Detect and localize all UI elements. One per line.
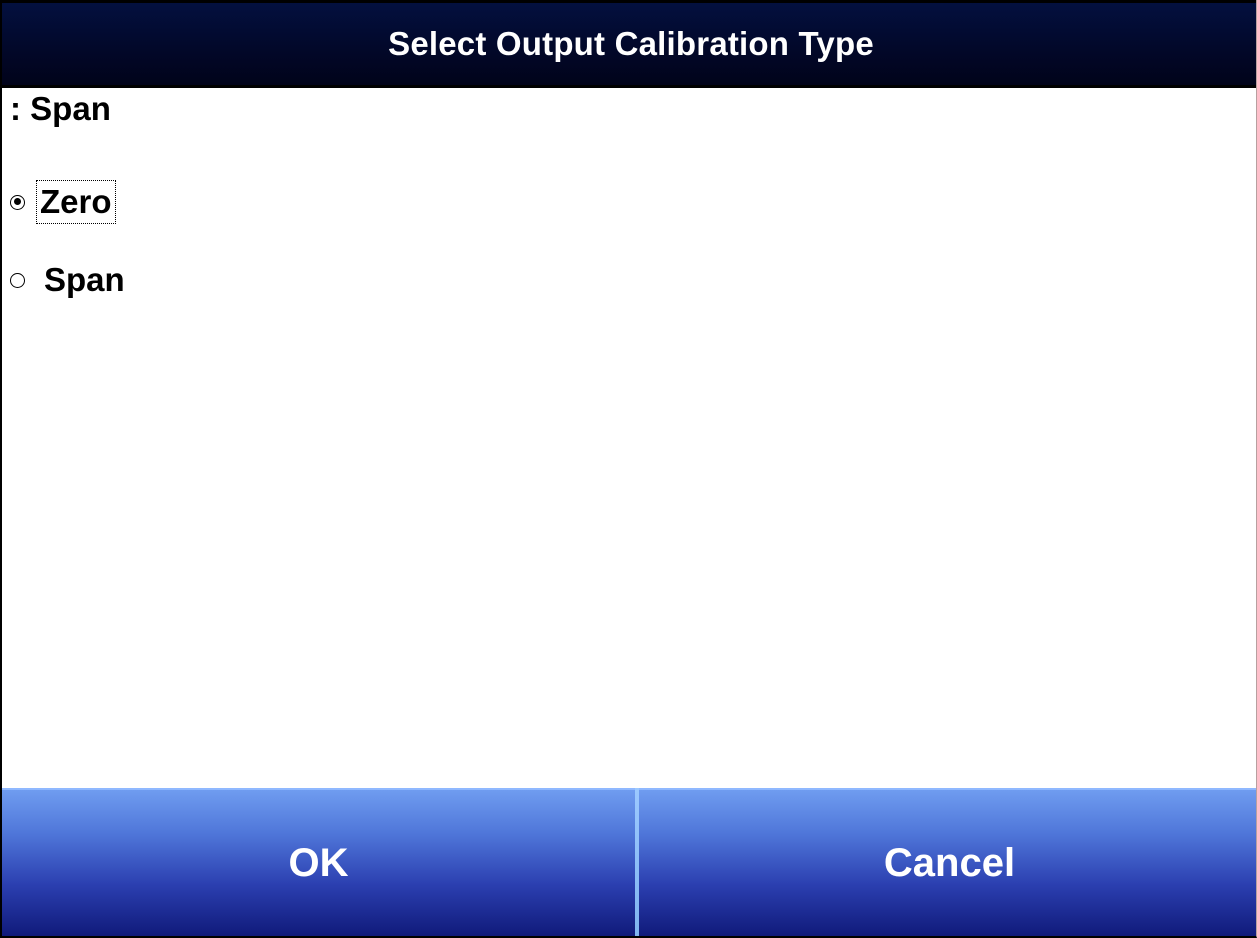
radio-label-span: Span xyxy=(44,261,125,298)
ok-button-label: OK xyxy=(288,840,349,885)
radio-option-span[interactable]: Span xyxy=(10,258,127,302)
current-selection-value: Span xyxy=(30,90,111,127)
calibration-dialog: Select Output Calibration Type : Span Ze… xyxy=(0,0,1257,938)
radio-checked-icon[interactable] xyxy=(10,194,25,210)
current-selection: : Span xyxy=(10,88,111,130)
current-selection-prefix: : xyxy=(10,90,21,127)
cancel-button-label: Cancel xyxy=(883,840,1016,885)
ok-button[interactable]: OK xyxy=(2,788,635,936)
cancel-button[interactable]: Cancel xyxy=(639,788,1256,936)
radio-option-zero[interactable]: Zero xyxy=(10,180,116,224)
dialog-title: Select Output Calibration Type xyxy=(388,25,874,62)
radio-unchecked-icon[interactable] xyxy=(10,272,25,288)
title-bar: Select Output Calibration Type xyxy=(2,0,1256,88)
button-bar: OK Cancel xyxy=(2,788,1256,936)
radio-label-zero: Zero xyxy=(36,180,116,224)
